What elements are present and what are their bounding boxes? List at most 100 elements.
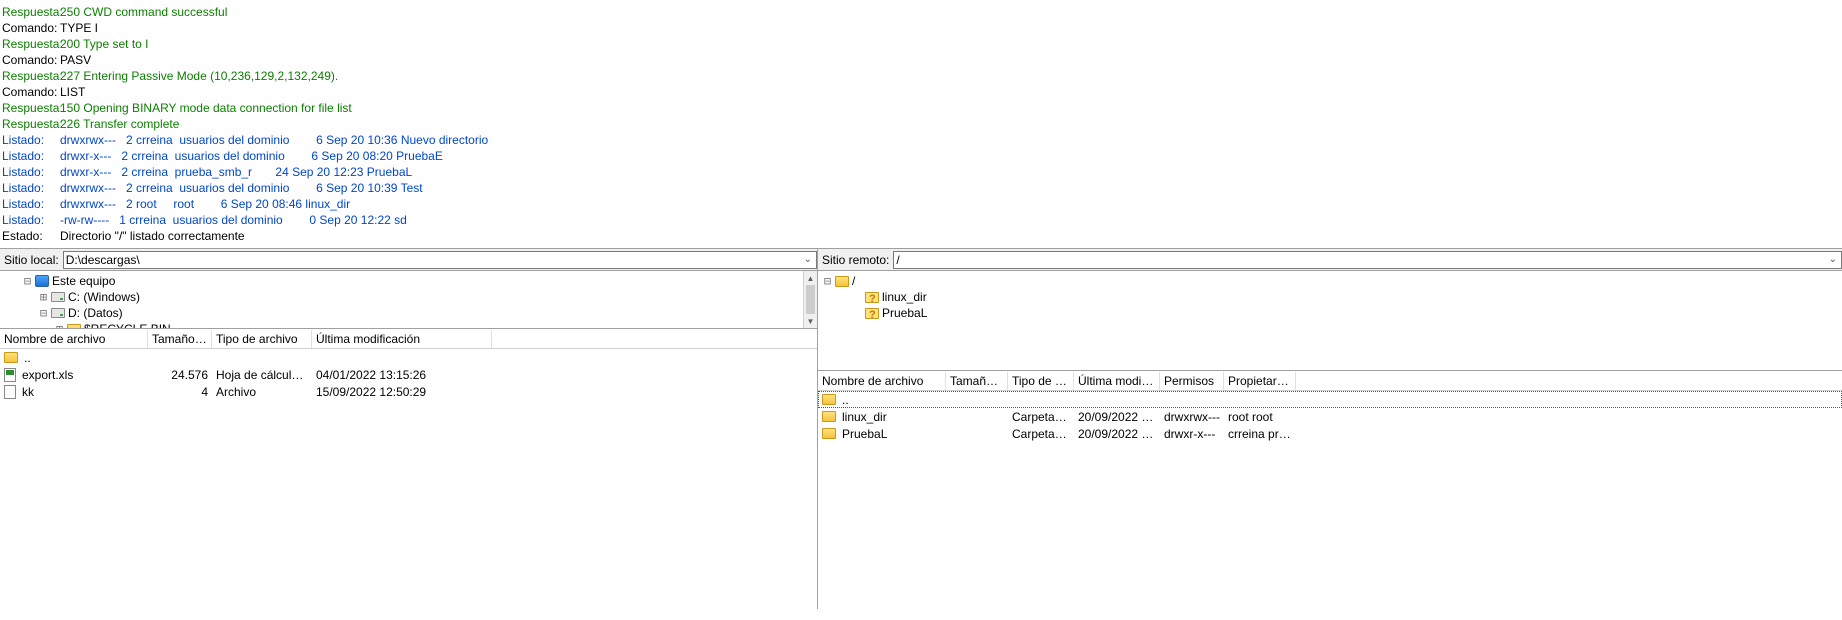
log-label: Listado: <box>2 164 60 180</box>
chevron-down-icon[interactable]: ⌄ <box>1829 254 1837 265</box>
log-msg: drwxr-x--- 2 crreina prueba_smb_r 24 Sep… <box>60 165 412 179</box>
tree-item[interactable]: ⊞$RECYCLE.BIN <box>0 321 817 329</box>
local-list-header[interactable]: Nombre de archivo Tamaño de... Tipo de a… <box>0 329 817 349</box>
folder-q-icon <box>865 308 879 319</box>
remote-list-header[interactable]: Nombre de archivo Tamaño d... Tipo de ar… <box>818 371 1842 391</box>
tree-item[interactable]: linux_dir <box>818 289 1842 305</box>
cell-name: kk <box>0 385 148 399</box>
cell-name: .. <box>0 351 148 365</box>
local-file-list[interactable]: ..export.xls24.576Hoja de cálculo de...0… <box>0 349 817 609</box>
table-row[interactable]: linux_dirCarpeta de...20/09/2022 10:...d… <box>818 408 1842 425</box>
local-path-combo[interactable]: D:\descargas\ ⌄ <box>63 251 817 269</box>
folder-q-icon <box>865 292 879 303</box>
col-type[interactable]: Tipo de archivo <box>212 330 312 348</box>
log-line: Respuesta:150 Opening BINARY mode data c… <box>2 100 1840 116</box>
folder-icon <box>822 394 836 405</box>
cell-perm: drwxr-x--- <box>1160 427 1224 441</box>
tree-toggle-icon[interactable]: ⊞ <box>38 292 49 303</box>
log-msg: PASV <box>60 53 91 67</box>
col-mod[interactable]: Última modific... <box>1074 372 1160 390</box>
col-own[interactable]: Propietario/... <box>1224 372 1296 390</box>
tree-toggle-icon[interactable]: ⊟ <box>38 308 49 319</box>
local-site-label: Sitio local: <box>4 253 59 267</box>
log-line: Comando:TYPE I <box>2 20 1840 36</box>
file-name-label: .. <box>842 393 849 407</box>
remote-path-combo[interactable]: / ⌄ <box>893 251 1842 269</box>
tree-item-label: Este equipo <box>52 273 115 289</box>
file-name-label: PruebaL <box>842 427 887 441</box>
log-msg: drwxrwx--- 2 crreina usuarios del domini… <box>60 181 423 195</box>
log-label: Listado: <box>2 148 60 164</box>
remote-site-label: Sitio remoto: <box>822 253 889 267</box>
tree-item[interactable]: ⊞C: (Windows) <box>0 289 817 305</box>
tree-item[interactable]: ⊟/ <box>818 273 1842 289</box>
table-row[interactable]: kk4Archivo15/09/2022 12:50:29 <box>0 383 817 400</box>
tree-item-label: linux_dir <box>882 289 927 305</box>
col-perm[interactable]: Permisos <box>1160 372 1224 390</box>
log-label: Respuesta: <box>2 4 60 20</box>
log-pane[interactable]: Respuesta:250 CWD command successfulComa… <box>0 0 1842 249</box>
tree-item[interactable]: PruebaL <box>818 305 1842 321</box>
folder-icon <box>67 324 81 330</box>
remote-tree[interactable]: ⊟/linux_dirPruebaL <box>818 271 1842 371</box>
local-tree[interactable]: ⊟ Este equipo⊞C: (Windows) ⊟ D: (Datos)⊞$RE… <box>0 271 817 329</box>
tree-toggle-icon[interactable]: ⊞ <box>54 324 65 330</box>
cell-name: .. <box>818 393 946 407</box>
col-name[interactable]: Nombre de archivo <box>818 372 946 390</box>
cell-perm: drwxrwx--- <box>1160 410 1224 424</box>
log-msg: 250 CWD command successful <box>60 5 227 19</box>
table-row[interactable]: export.xls24.576Hoja de cálculo de...04/… <box>0 366 817 383</box>
log-line: Comando:LIST <box>2 84 1840 100</box>
cell-size: 4 <box>148 385 212 399</box>
cell-own: crreina prue... <box>1224 427 1296 441</box>
computer-icon <box>35 275 49 287</box>
tree-toggle-icon[interactable]: ⊟ <box>22 276 33 287</box>
log-label: Respuesta: <box>2 36 60 52</box>
log-label: Listado: <box>2 212 60 228</box>
local-path-row: Sitio local: D:\descargas\ ⌄ <box>0 249 817 271</box>
tree-item[interactable]: ⊟ D: (Datos) <box>0 305 817 321</box>
remote-path-row: Sitio remoto: / ⌄ <box>818 249 1842 271</box>
log-label: Estado: <box>2 228 60 244</box>
tree-item-label: D: (Datos) <box>68 305 123 321</box>
table-row[interactable]: .. <box>0 349 817 366</box>
tree-item-label: PruebaL <box>882 305 927 321</box>
tree-toggle-icon[interactable]: ⊟ <box>822 276 833 287</box>
log-line: Respuesta:200 Type set to I <box>2 36 1840 52</box>
drive-icon <box>51 308 65 318</box>
remote-pane: Sitio remoto: / ⌄ ⊟/linux_dirPruebaL Nom… <box>818 249 1842 609</box>
scrollbar[interactable]: ▲ ▼ <box>803 271 817 328</box>
log-label: Respuesta: <box>2 116 60 132</box>
col-size[interactable]: Tamaño de... <box>148 330 212 348</box>
table-row[interactable]: PruebaLCarpeta de...20/09/2022 14:...drw… <box>818 425 1842 442</box>
col-name[interactable]: Nombre de archivo <box>0 330 148 348</box>
file-name-label: .. <box>24 351 31 365</box>
col-mod[interactable]: Última modificación <box>312 330 492 348</box>
scroll-up-icon[interactable]: ▲ <box>804 271 817 285</box>
log-msg: -rw-rw---- 1 crreina usuarios del domini… <box>60 213 407 227</box>
log-line: Listado:drwxrwx--- 2 crreina usuarios de… <box>2 132 1840 148</box>
scroll-thumb[interactable] <box>806 285 815 314</box>
chevron-down-icon[interactable]: ⌄ <box>804 254 812 265</box>
tree-item-label: / <box>852 273 855 289</box>
cell-own: root root <box>1224 410 1296 424</box>
folder-icon <box>4 352 18 363</box>
tree-item[interactable]: ⊟ Este equipo <box>0 273 817 289</box>
cell-name: linux_dir <box>818 410 946 424</box>
col-size[interactable]: Tamaño d... <box>946 372 1008 390</box>
cell-mod: 20/09/2022 10:... <box>1074 410 1160 424</box>
log-msg: 150 Opening BINARY mode data connection … <box>60 101 352 115</box>
remote-file-list[interactable]: ..linux_dirCarpeta de...20/09/2022 10:..… <box>818 391 1842 551</box>
log-label: Comando: <box>2 84 60 100</box>
scroll-down-icon[interactable]: ▼ <box>804 314 817 328</box>
drive-icon <box>51 292 65 302</box>
log-line: Estado:Directorio "/" listado correctame… <box>2 228 1840 244</box>
table-row[interactable]: .. <box>818 391 1842 408</box>
log-line: Listado:-rw-rw---- 1 crreina usuarios de… <box>2 212 1840 228</box>
remote-path-value: / <box>896 253 899 267</box>
local-pane: Sitio local: D:\descargas\ ⌄ ⊟ Este equip… <box>0 249 818 609</box>
log-msg: 200 Type set to I <box>60 37 149 51</box>
col-type[interactable]: Tipo de arc... <box>1008 372 1074 390</box>
log-label: Respuesta: <box>2 68 60 84</box>
tree-toggle-icon <box>852 308 863 319</box>
